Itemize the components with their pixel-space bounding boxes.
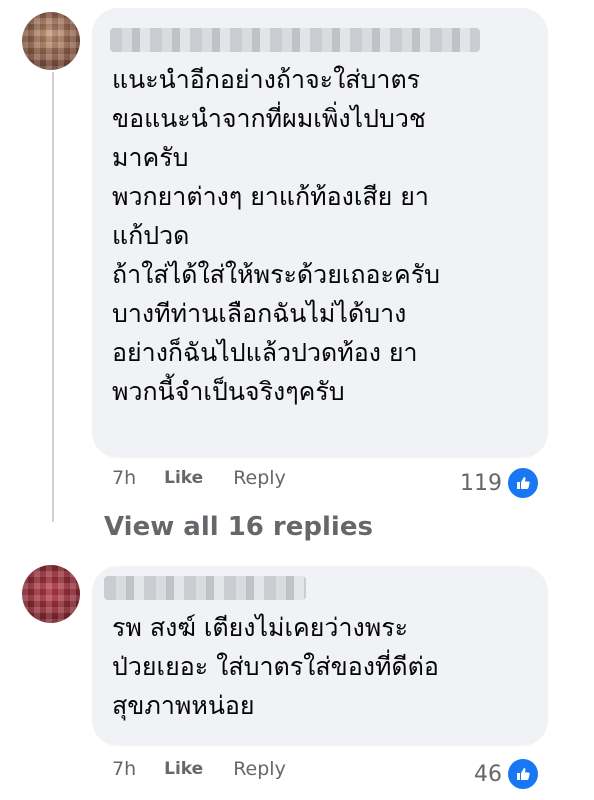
reply-button[interactable]: Reply bbox=[233, 467, 286, 489]
like-icon bbox=[506, 757, 540, 791]
reaction-count: 119 bbox=[460, 470, 502, 496]
reaction-summary[interactable]: 119 bbox=[460, 466, 540, 500]
reaction-count: 46 bbox=[474, 761, 502, 787]
like-button[interactable]: Like bbox=[164, 468, 203, 488]
reply-button[interactable]: Reply bbox=[233, 758, 286, 780]
view-all-replies-link[interactable]: View all 16 replies bbox=[104, 512, 373, 542]
avatar[interactable] bbox=[22, 565, 80, 623]
comment-bubble: แนะนำอีกอย่างถ้าจะใส่บาตร ขอแนะนำจากที่ผ… bbox=[92, 8, 548, 458]
author-name-blurred[interactable] bbox=[104, 576, 306, 600]
author-name-blurred[interactable] bbox=[110, 28, 480, 52]
comment-actions: 7h Like Reply bbox=[112, 467, 286, 489]
comment-actions: 7h Like Reply bbox=[112, 758, 286, 780]
like-icon bbox=[506, 466, 540, 500]
like-button[interactable]: Like bbox=[164, 759, 203, 779]
reaction-summary[interactable]: 46 bbox=[474, 757, 540, 791]
comment-text: รพ สงฆ์ เตียงไม่เคยว่างพระ ป่วยเยอะ ใส่บ… bbox=[112, 613, 439, 720]
reply-thread-line bbox=[52, 72, 54, 522]
comment-timestamp[interactable]: 7h bbox=[112, 758, 136, 780]
comment-text: แนะนำอีกอย่างถ้าจะใส่บาตร ขอแนะนำจากที่ผ… bbox=[112, 65, 441, 406]
avatar[interactable] bbox=[22, 12, 80, 70]
comment-bubble: รพ สงฆ์ เตียงไม่เคยว่างพระ ป่วยเยอะ ใส่บ… bbox=[92, 566, 548, 746]
comment-timestamp[interactable]: 7h bbox=[112, 467, 136, 489]
